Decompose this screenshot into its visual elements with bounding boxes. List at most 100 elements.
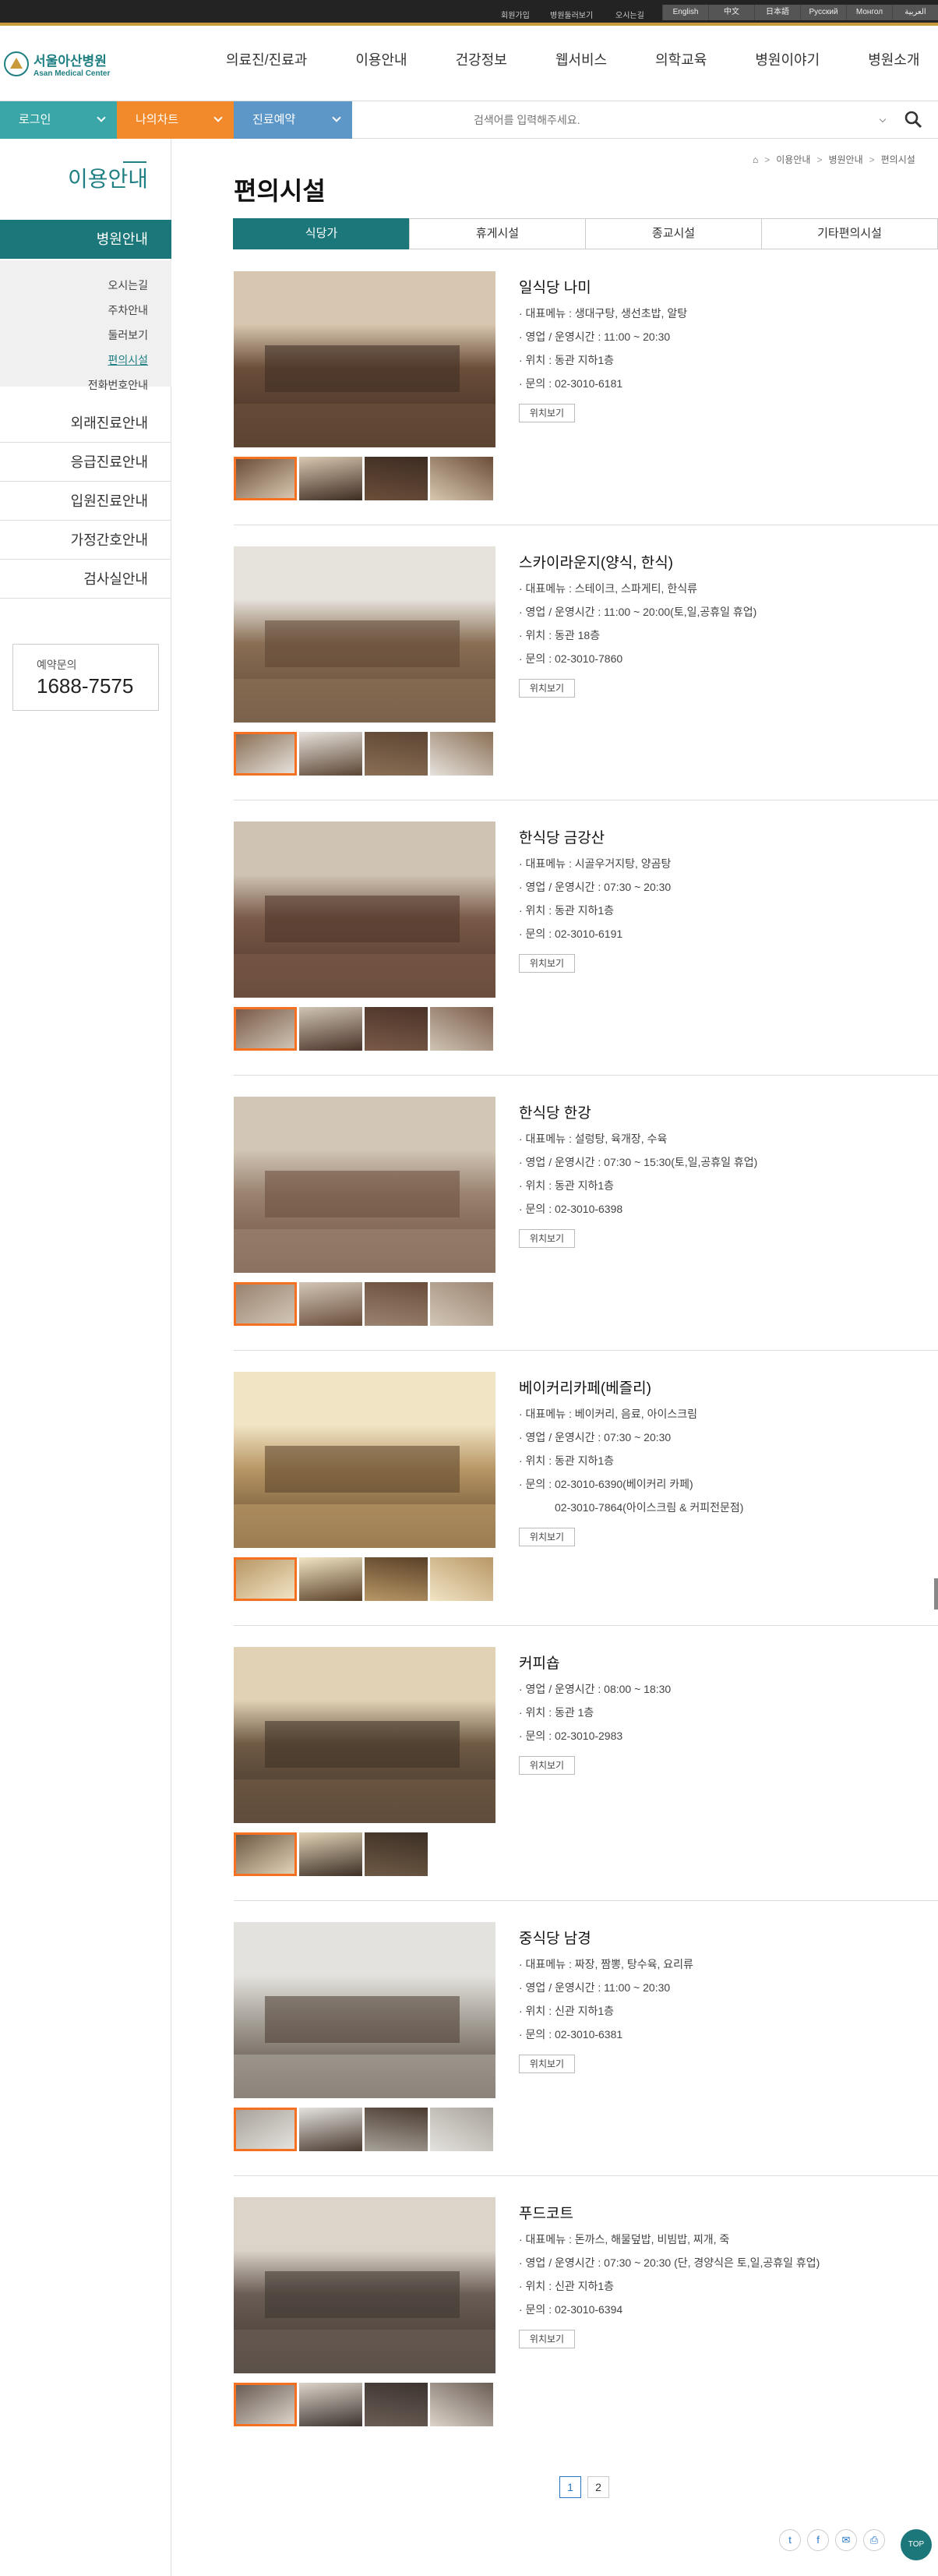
logo-name-ko: 서울아산병원: [34, 54, 107, 69]
view-location-button[interactable]: 위치보기: [519, 954, 575, 973]
thumbnail[interactable]: [299, 457, 362, 500]
entry-divider: [234, 1350, 938, 1351]
submenu-directions[interactable]: 오시는길: [108, 277, 148, 293]
view-location-button[interactable]: 위치보기: [519, 1229, 575, 1248]
view-location-button[interactable]: 위치보기: [519, 1528, 575, 1546]
page-2[interactable]: 2: [587, 2476, 609, 2498]
restaurant-info-line: · 문의 : 02-3010-6181: [519, 377, 623, 390]
thumbnail[interactable]: [234, 2108, 297, 2151]
gnb-health-info[interactable]: 건강정보: [456, 49, 507, 69]
sidebar-item-emergency[interactable]: 응급진료안내: [0, 443, 171, 482]
login-button[interactable]: 로그인: [0, 101, 117, 139]
restaurant-hangang: 한식당 한강 · 대표메뉴 : 설렁탕, 육개장, 수육 · 영업 / 운영시간 :…: [234, 1097, 938, 1330]
thumbnail[interactable]: [299, 1282, 362, 1326]
thumbnail[interactable]: [234, 457, 297, 500]
view-location-button[interactable]: 위치보기: [519, 679, 575, 698]
thumbnail[interactable]: [234, 732, 297, 776]
home-icon[interactable]: ⌂: [753, 154, 758, 165]
breadcrumb-item[interactable]: 병원안내: [828, 153, 862, 166]
lang-russian[interactable]: Русский: [800, 5, 846, 20]
sidebar-item-inpatient[interactable]: 입원진료안내: [0, 482, 171, 521]
sidebar-item-home-care[interactable]: 가정간호안내: [0, 521, 171, 560]
thumbnail[interactable]: [365, 2383, 428, 2426]
twitter-icon[interactable]: t: [779, 2529, 801, 2551]
tab-other[interactable]: 기타편의시설: [761, 218, 938, 249]
signup-link[interactable]: 회원가입: [501, 9, 530, 20]
gnb-stories[interactable]: 병원이야기: [755, 49, 820, 69]
lang-english[interactable]: English: [662, 5, 708, 20]
sidebar-submenu: 오시는길 주차안내 둘러보기 편의시설 전화번호안내: [0, 260, 171, 391]
lang-mongolian[interactable]: Монгол: [846, 5, 892, 20]
print-icon[interactable]: ⎙: [863, 2529, 885, 2551]
thumbnail[interactable]: [365, 2108, 428, 2151]
page-1[interactable]: 1: [559, 2476, 581, 2498]
sidebar-item-lab[interactable]: 검사실안내: [0, 560, 171, 599]
view-location-button[interactable]: 위치보기: [519, 1756, 575, 1775]
restaurant-info-line: · 문의 : 02-3010-2983: [519, 1730, 623, 1742]
search-icon[interactable]: [904, 110, 922, 129]
gnb-guide[interactable]: 이용안내: [355, 49, 407, 69]
thumbnail[interactable]: [430, 1557, 493, 1601]
gnb-web-service[interactable]: 웹서비스: [555, 49, 607, 69]
thumbnail[interactable]: [430, 732, 493, 776]
thumbnail[interactable]: [430, 2108, 493, 2151]
view-location-button[interactable]: 위치보기: [519, 2055, 575, 2073]
submenu-phone[interactable]: 전화번호안내: [88, 377, 148, 393]
my-chart-button[interactable]: 나의차트: [117, 101, 234, 139]
restaurant-info-line: · 영업 / 운영시간 : 07:30 ~ 20:30: [519, 881, 672, 893]
gnb-doctors[interactable]: 의료진/진료과: [226, 49, 307, 69]
thumbnail[interactable]: [365, 1557, 428, 1601]
thumbnail[interactable]: [299, 2108, 362, 2151]
thumbnail[interactable]: [234, 1832, 297, 1876]
thumbnail[interactable]: [299, 1557, 362, 1601]
tab-religious[interactable]: 종교시설: [585, 218, 762, 249]
breadcrumb-item[interactable]: 편의시설: [881, 153, 915, 166]
thumbnail[interactable]: [365, 457, 428, 500]
sidebar-item-outpatient[interactable]: 외래진료안내: [0, 404, 171, 443]
thumbnail[interactable]: [430, 2383, 493, 2426]
thumbnail[interactable]: [299, 1007, 362, 1051]
directions-link[interactable]: 오시는길: [615, 9, 644, 20]
sidebar-item-hospital-guide[interactable]: 병원안내: [0, 220, 171, 259]
submenu-parking[interactable]: 주차안내: [108, 302, 148, 318]
thumbnail[interactable]: [430, 1282, 493, 1326]
share-bar: t f ✉ ⎙: [779, 2529, 891, 2551]
thumbnail[interactable]: [299, 2383, 362, 2426]
thumbnail[interactable]: [234, 1282, 297, 1326]
thumbnail[interactable]: [234, 1007, 297, 1051]
thumbnail[interactable]: [299, 732, 362, 776]
thumbnail[interactable]: [365, 732, 428, 776]
side-quick-tab[interactable]: [934, 1578, 938, 1610]
search-input[interactable]: [474, 111, 863, 129]
thumbnail[interactable]: [234, 1557, 297, 1601]
reservation-button[interactable]: 진료예약: [234, 101, 352, 139]
lang-japanese[interactable]: 日本語: [754, 5, 800, 20]
global-nav: 의료진/진료과 이용안내 건강정보 웹서비스 의학교육 병원이야기 병원소개: [226, 49, 919, 69]
thumbnail[interactable]: [299, 1832, 362, 1876]
thumbnail[interactable]: [365, 1282, 428, 1326]
breadcrumb-item[interactable]: 이용안내: [776, 153, 810, 166]
facebook-icon[interactable]: f: [807, 2529, 829, 2551]
tab-lounges[interactable]: 휴게시설: [409, 218, 586, 249]
hospital-tour-link[interactable]: 병원둘러보기: [550, 9, 593, 20]
submenu-amenities[interactable]: 편의시설: [108, 352, 148, 368]
thumbnail[interactable]: [234, 2383, 297, 2426]
scroll-top-button[interactable]: TOP: [901, 2529, 932, 2560]
email-icon[interactable]: ✉: [835, 2529, 857, 2551]
view-location-button[interactable]: 위치보기: [519, 404, 575, 422]
lang-arabic[interactable]: العربية: [892, 5, 938, 20]
view-location-button[interactable]: 위치보기: [519, 2330, 575, 2348]
thumbnail[interactable]: [365, 1007, 428, 1051]
hospital-logo[interactable]: 서울아산병원 Asan Medical Center: [4, 50, 110, 78]
thumbnail[interactable]: [430, 1007, 493, 1051]
tab-restaurants[interactable]: 식당가: [233, 218, 410, 249]
lang-chinese[interactable]: 中文: [708, 5, 754, 20]
submenu-tour[interactable]: 둘러보기: [108, 327, 148, 343]
breadcrumb-separator: >: [869, 154, 875, 165]
restaurant-name: 커피숍: [519, 1655, 560, 1672]
gnb-about[interactable]: 병원소개: [868, 49, 919, 69]
thumbnail[interactable]: [365, 1832, 428, 1876]
thumbnail[interactable]: [430, 457, 493, 500]
gnb-education[interactable]: 의학교육: [655, 49, 707, 69]
restaurant-info-line: · 영업 / 운영시간 : 11:00 ~ 20:00(토,일,공휴일 휴업): [519, 606, 757, 618]
